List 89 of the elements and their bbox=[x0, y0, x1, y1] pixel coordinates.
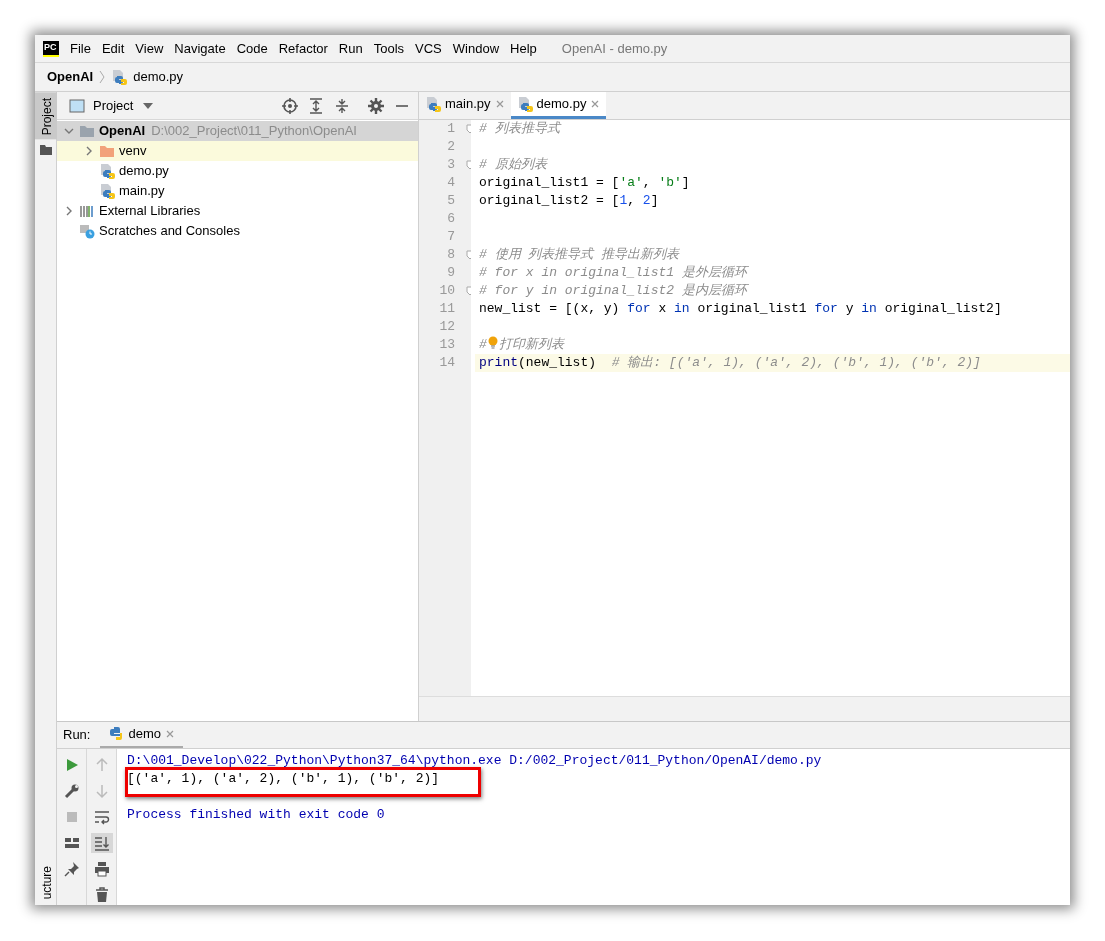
folder-icon bbox=[40, 144, 52, 155]
line-number: 7 bbox=[446, 228, 455, 246]
python-file-icon bbox=[425, 96, 441, 112]
expand-all-icon[interactable] bbox=[308, 97, 324, 114]
code-text: 打印新列表 bbox=[498, 337, 564, 352]
app-logo: PC bbox=[43, 40, 59, 57]
library-icon bbox=[79, 203, 95, 219]
close-icon[interactable] bbox=[165, 729, 175, 739]
line-number: 1 bbox=[446, 120, 455, 138]
python-file-icon bbox=[111, 69, 128, 85]
code-line: original_list2 = [1, 2] bbox=[478, 192, 660, 210]
pin-icon[interactable] bbox=[63, 861, 80, 877]
line-number: 10 bbox=[438, 282, 455, 300]
menu-item[interactable]: File bbox=[70, 38, 91, 59]
settings-icon[interactable] bbox=[368, 97, 384, 114]
menu-item[interactable]: Navigate bbox=[174, 38, 226, 59]
menu-item[interactable]: VCS bbox=[415, 38, 442, 59]
close-icon[interactable] bbox=[494, 99, 505, 109]
lightbulb-icon[interactable] bbox=[487, 336, 498, 350]
line-number: 5 bbox=[446, 192, 455, 210]
panel-title[interactable]: Project bbox=[93, 95, 134, 116]
console-line: D:\001_Develop\022_Python\Python37_64\python.exe D:/002_Project/011_Python/OpenAI/demo.py bbox=[127, 753, 822, 768]
code-line: # 使用 列表推导式 推导出新列表 bbox=[478, 246, 681, 264]
menu-item[interactable]: Window bbox=[452, 38, 500, 59]
breadcrumb-item[interactable]: demo.py bbox=[133, 67, 184, 87]
console-line: Process finished with exit code 0 bbox=[127, 807, 385, 822]
tree-row[interactable]: main.py bbox=[57, 181, 418, 201]
tool-window-tab[interactable]: Project bbox=[35, 92, 57, 140]
wrench-icon[interactable] bbox=[63, 783, 80, 799]
tree-item-label[interactable]: main.py bbox=[119, 181, 165, 201]
code-line: # for x in original_list1 是外层循环 bbox=[478, 264, 750, 282]
line-number: 8 bbox=[446, 246, 455, 264]
line-number: 6 bbox=[446, 210, 455, 228]
menu-item[interactable]: Refactor bbox=[278, 38, 328, 59]
tree-row[interactable]: demo.py bbox=[57, 161, 418, 181]
window-title: OpenAI - demo.py bbox=[561, 39, 668, 58]
menu-item[interactable]: Edit bbox=[101, 38, 125, 59]
trash-icon[interactable] bbox=[93, 887, 110, 903]
tool-window-tab[interactable]: ucture bbox=[35, 859, 57, 905]
scratch-icon bbox=[79, 223, 95, 239]
panel-icon bbox=[69, 98, 85, 113]
run-panel-label: Run: bbox=[63, 726, 91, 745]
tree-item-label[interactable]: venv bbox=[119, 141, 147, 161]
line-number: 9 bbox=[446, 264, 455, 282]
line-number: 2 bbox=[446, 138, 455, 156]
menu-item[interactable]: Code bbox=[236, 38, 268, 59]
line-number: 3 bbox=[446, 156, 455, 174]
chevron-icon bbox=[99, 70, 106, 84]
code-line: original_list1 = ['a', 'b'] bbox=[478, 174, 691, 192]
tree-item-label[interactable]: Scratches and Consoles bbox=[99, 221, 240, 241]
folder-icon bbox=[99, 143, 115, 159]
tree-row[interactable]: OpenAI D:\002_Project\011_Python\OpenAI bbox=[57, 121, 418, 141]
locate-icon[interactable] bbox=[282, 97, 298, 114]
code-text: # bbox=[479, 337, 487, 352]
close-icon[interactable] bbox=[590, 99, 601, 109]
tree-item-label[interactable]: External Libraries bbox=[99, 201, 201, 221]
breadcrumb-item[interactable]: OpenAI bbox=[47, 67, 94, 87]
code-line: # for y in original_list2 是内层循环 bbox=[478, 282, 750, 300]
line-number: 12 bbox=[438, 318, 455, 336]
console-output: [('a', 1), ('a', 2), ('b', 1), ('b', 2)] bbox=[127, 771, 440, 786]
python-file-icon bbox=[99, 183, 115, 199]
tree-row[interactable]: External Libraries bbox=[57, 201, 418, 221]
tree-item-label[interactable]: demo.py bbox=[119, 161, 169, 181]
tree-row[interactable]: Scratches and Consoles bbox=[57, 221, 418, 241]
menu-item[interactable]: Run bbox=[338, 38, 363, 59]
line-number: 14 bbox=[438, 354, 455, 372]
menu-item[interactable]: View bbox=[135, 38, 164, 59]
printer-icon[interactable] bbox=[93, 861, 110, 877]
editor-tab[interactable]: main.py bbox=[419, 92, 511, 119]
menu-item[interactable]: Help bbox=[510, 38, 537, 59]
menu-item[interactable]: Tools bbox=[373, 38, 405, 59]
code-line: # 原始列表 bbox=[478, 156, 549, 174]
code-line: # 列表推导式 bbox=[478, 120, 563, 138]
tree-item-label[interactable]: OpenAI bbox=[99, 121, 146, 141]
editor-tab[interactable]: demo.py bbox=[510, 92, 607, 119]
layout-icon[interactable] bbox=[63, 835, 80, 851]
tree-row[interactable]: venv bbox=[57, 141, 418, 161]
line-number: 4 bbox=[446, 174, 455, 192]
dropdown-icon[interactable] bbox=[143, 102, 154, 109]
python-file-icon bbox=[516, 96, 533, 112]
python-file-icon bbox=[99, 163, 115, 179]
soft-wrap-icon[interactable] bbox=[93, 809, 110, 825]
line-number: 13 bbox=[438, 336, 455, 354]
line-number: 11 bbox=[438, 300, 455, 318]
code-line: new_list = [(x, y) for x in original_list1 for y in original_list2] bbox=[478, 300, 1003, 318]
python-icon bbox=[108, 726, 125, 742]
folder-icon bbox=[79, 123, 95, 139]
collapse-all-icon[interactable] bbox=[334, 97, 350, 114]
folder-path: D:\002_Project\011_Python\OpenAI bbox=[151, 122, 357, 141]
